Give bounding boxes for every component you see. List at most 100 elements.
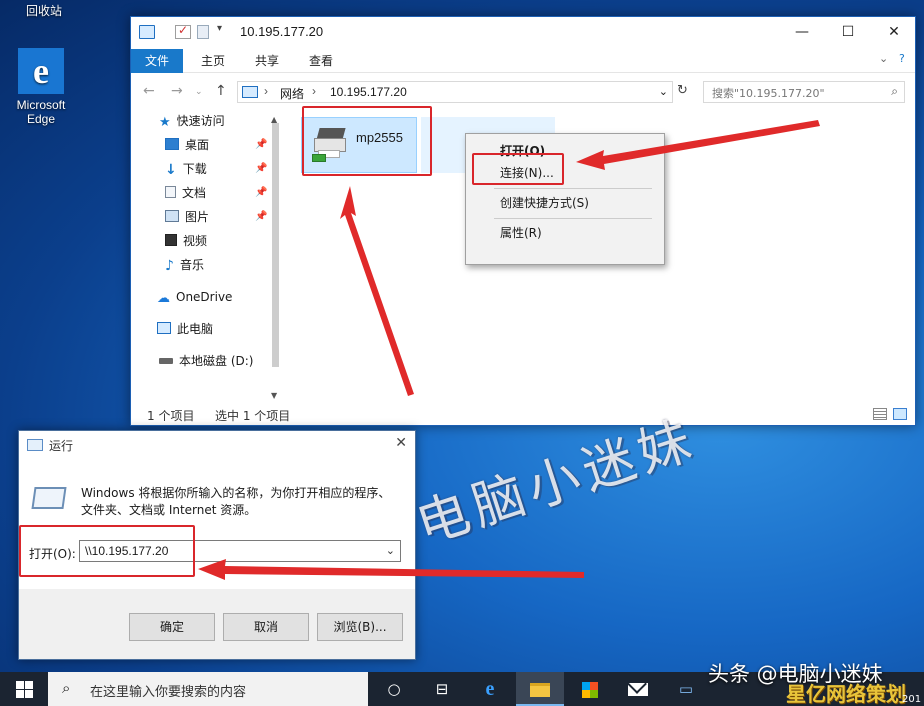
run-description: Windows 将根据你所输入的名称，为你打开相应的程序、文件夹、文档或 Int… bbox=[81, 486, 391, 517]
brand-logo: 星亿网络策划 bbox=[786, 682, 906, 706]
window-title: 10.195.177.20 bbox=[240, 24, 324, 39]
item-count: 1 个项目 bbox=[147, 409, 195, 423]
sidebar-item-music[interactable]: ♪ 音乐 bbox=[165, 255, 204, 275]
help-icon[interactable]: ? bbox=[899, 52, 905, 65]
quick-access-dropdown-icon[interactable]: ▾ bbox=[217, 23, 222, 34]
breadcrumb-separator-icon[interactable]: › bbox=[312, 84, 316, 98]
run-close-icon[interactable]: ✕ bbox=[395, 435, 407, 451]
tab-share[interactable]: 共享 bbox=[241, 49, 293, 73]
up-icon[interactable]: ↑ bbox=[215, 83, 227, 99]
recycle-bin-icon[interactable]: 回收站 bbox=[0, 0, 84, 20]
forward-icon[interactable]: → bbox=[171, 83, 183, 99]
sidebar-item-quick-access[interactable]: ★ 快速访问 bbox=[159, 111, 225, 131]
sidebar-item-pictures[interactable]: 图片 bbox=[165, 207, 209, 227]
cloud-icon: ☁ bbox=[157, 291, 170, 306]
edge-shortcut[interactable]: e Microsoft Edge bbox=[8, 48, 74, 126]
store-icon[interactable] bbox=[566, 672, 614, 706]
ribbon-expand-icon[interactable]: ⌄ bbox=[879, 52, 888, 65]
sidebar-item-local-disk[interactable]: 本地磁盘 (D:) bbox=[159, 351, 253, 371]
sidebar-item-downloads[interactable]: ↓ 下载 bbox=[165, 159, 207, 179]
menu-item-properties[interactable]: 属性(R) bbox=[500, 224, 542, 242]
tab-view[interactable]: 查看 bbox=[295, 49, 347, 73]
refresh-icon[interactable]: ↻ bbox=[677, 83, 688, 98]
sidebar-item-onedrive[interactable]: ☁ OneDrive bbox=[157, 287, 232, 307]
properties-icon[interactable] bbox=[175, 23, 191, 39]
mail-icon[interactable] bbox=[614, 672, 662, 706]
download-icon: ↓ bbox=[165, 162, 177, 178]
menu-divider bbox=[494, 188, 652, 189]
sidebar-label: 文档 bbox=[182, 186, 207, 200]
edge-taskbar-icon[interactable]: e bbox=[466, 672, 514, 706]
title-bar: ▾ 10.195.177.20 — ☐ ✕ bbox=[131, 17, 915, 47]
highlight-box-connect bbox=[472, 153, 564, 185]
browse-button[interactable]: 浏览(B)... bbox=[317, 613, 403, 641]
pin-icon[interactable]: 📌 bbox=[255, 139, 267, 150]
address-bar[interactable]: › 网络 › 10.195.177.20 ⌄ bbox=[237, 81, 673, 103]
taskbar-search-input[interactable]: ⌕ 在这里输入你要搜索的内容 bbox=[48, 672, 368, 706]
cortana-icon[interactable]: ○ bbox=[370, 672, 418, 706]
music-note-icon: ♪ bbox=[165, 258, 174, 274]
sidebar-label: 音乐 bbox=[179, 258, 204, 272]
drive-icon bbox=[159, 358, 173, 364]
recent-dropdown-icon[interactable]: ⌄ bbox=[195, 87, 203, 97]
sidebar-item-this-pc[interactable]: 此电脑 bbox=[157, 319, 213, 339]
sidebar-label: 图片 bbox=[185, 210, 210, 224]
sidebar-item-videos[interactable]: 视频 bbox=[165, 231, 207, 251]
large-icons-view-icon[interactable] bbox=[893, 408, 907, 420]
search-placeholder: 搜索"10.195.177.20" bbox=[712, 87, 825, 100]
navigation-pane: ★ 快速访问 桌面 📌 ↓ 下载 📌 文档 📌 图片 📌 视频 ♪ 音乐 ☁ OneDr… bbox=[131, 111, 279, 401]
sidebar-item-documents[interactable]: 文档 bbox=[165, 183, 206, 203]
status-bar: 1 个项目 选中 1 个项目 bbox=[131, 405, 915, 425]
maximize-button[interactable]: ☐ bbox=[825, 17, 871, 47]
sidebar-label: 桌面 bbox=[185, 138, 210, 152]
edge-label: Microsoft Edge bbox=[16, 98, 66, 126]
task-view-icon[interactable]: ⊟ bbox=[418, 672, 466, 706]
ok-button[interactable]: 确定 bbox=[129, 613, 215, 641]
sidebar-label: 快速访问 bbox=[176, 114, 225, 128]
new-folder-icon[interactable] bbox=[197, 25, 209, 39]
menu-item-create-shortcut[interactable]: 创建快捷方式(S) bbox=[500, 194, 589, 212]
scrollbar-thumb[interactable] bbox=[272, 123, 279, 367]
highlight-box-printer bbox=[302, 106, 432, 176]
tab-home[interactable]: 主页 bbox=[187, 49, 239, 73]
run-icon bbox=[27, 439, 43, 451]
run-title: 运行 bbox=[49, 439, 74, 453]
taskbar-search-placeholder: 在这里输入你要搜索的内容 bbox=[90, 685, 247, 700]
menu-divider bbox=[494, 218, 652, 219]
close-button[interactable]: ✕ bbox=[871, 17, 917, 47]
run-taskbar-icon[interactable]: ▭ bbox=[662, 672, 710, 706]
search-input[interactable]: 搜索"10.195.177.20" ⌕ bbox=[703, 81, 905, 103]
breadcrumb-network[interactable]: 网络 bbox=[280, 85, 304, 102]
breadcrumb-separator-icon[interactable]: › bbox=[264, 84, 268, 98]
sidebar-label: 本地磁盘 (D:) bbox=[179, 354, 254, 368]
scroll-down-icon[interactable]: ▼ bbox=[271, 391, 277, 400]
sidebar-label: 此电脑 bbox=[177, 322, 214, 336]
back-icon[interactable]: ← bbox=[143, 83, 155, 99]
edge-icon: e bbox=[18, 48, 64, 94]
ribbon-tabs: 文件 主页 共享 查看 ⌄ ? bbox=[131, 49, 915, 73]
pin-icon[interactable]: 📌 bbox=[255, 187, 267, 198]
clock: 201 bbox=[902, 694, 922, 705]
cancel-button[interactable]: 取消 bbox=[223, 613, 309, 641]
sidebar-label: 视频 bbox=[183, 234, 208, 248]
run-footer: 确定 取消 浏览(B)... bbox=[19, 589, 415, 659]
file-explorer-taskbar-icon[interactable] bbox=[516, 672, 564, 706]
pin-icon[interactable]: 📌 bbox=[255, 211, 267, 222]
windows-start-icon[interactable] bbox=[0, 672, 48, 706]
file-explorer-window: ▾ 10.195.177.20 — ☐ ✕ 文件 主页 共享 查看 ⌄ ? ← … bbox=[130, 16, 916, 426]
minimize-button[interactable]: — bbox=[779, 17, 825, 47]
star-icon: ★ bbox=[159, 115, 171, 130]
chevron-down-icon[interactable]: ⌄ bbox=[386, 544, 395, 557]
pin-icon[interactable]: 📌 bbox=[255, 163, 267, 174]
breadcrumb-host[interactable]: 10.195.177.20 bbox=[330, 85, 407, 99]
sidebar-item-desktop[interactable]: 桌面 bbox=[165, 135, 209, 155]
tab-file[interactable]: 文件 bbox=[131, 49, 184, 73]
search-icon: ⌕ bbox=[62, 679, 71, 697]
picture-icon bbox=[165, 210, 179, 222]
network-pc-icon bbox=[139, 25, 155, 39]
video-icon bbox=[165, 234, 177, 246]
desktop-folder-icon bbox=[165, 138, 179, 150]
address-dropdown-icon[interactable]: ⌄ bbox=[659, 85, 668, 98]
details-view-icon[interactable] bbox=[873, 408, 887, 420]
search-icon[interactable]: ⌕ bbox=[891, 84, 898, 99]
